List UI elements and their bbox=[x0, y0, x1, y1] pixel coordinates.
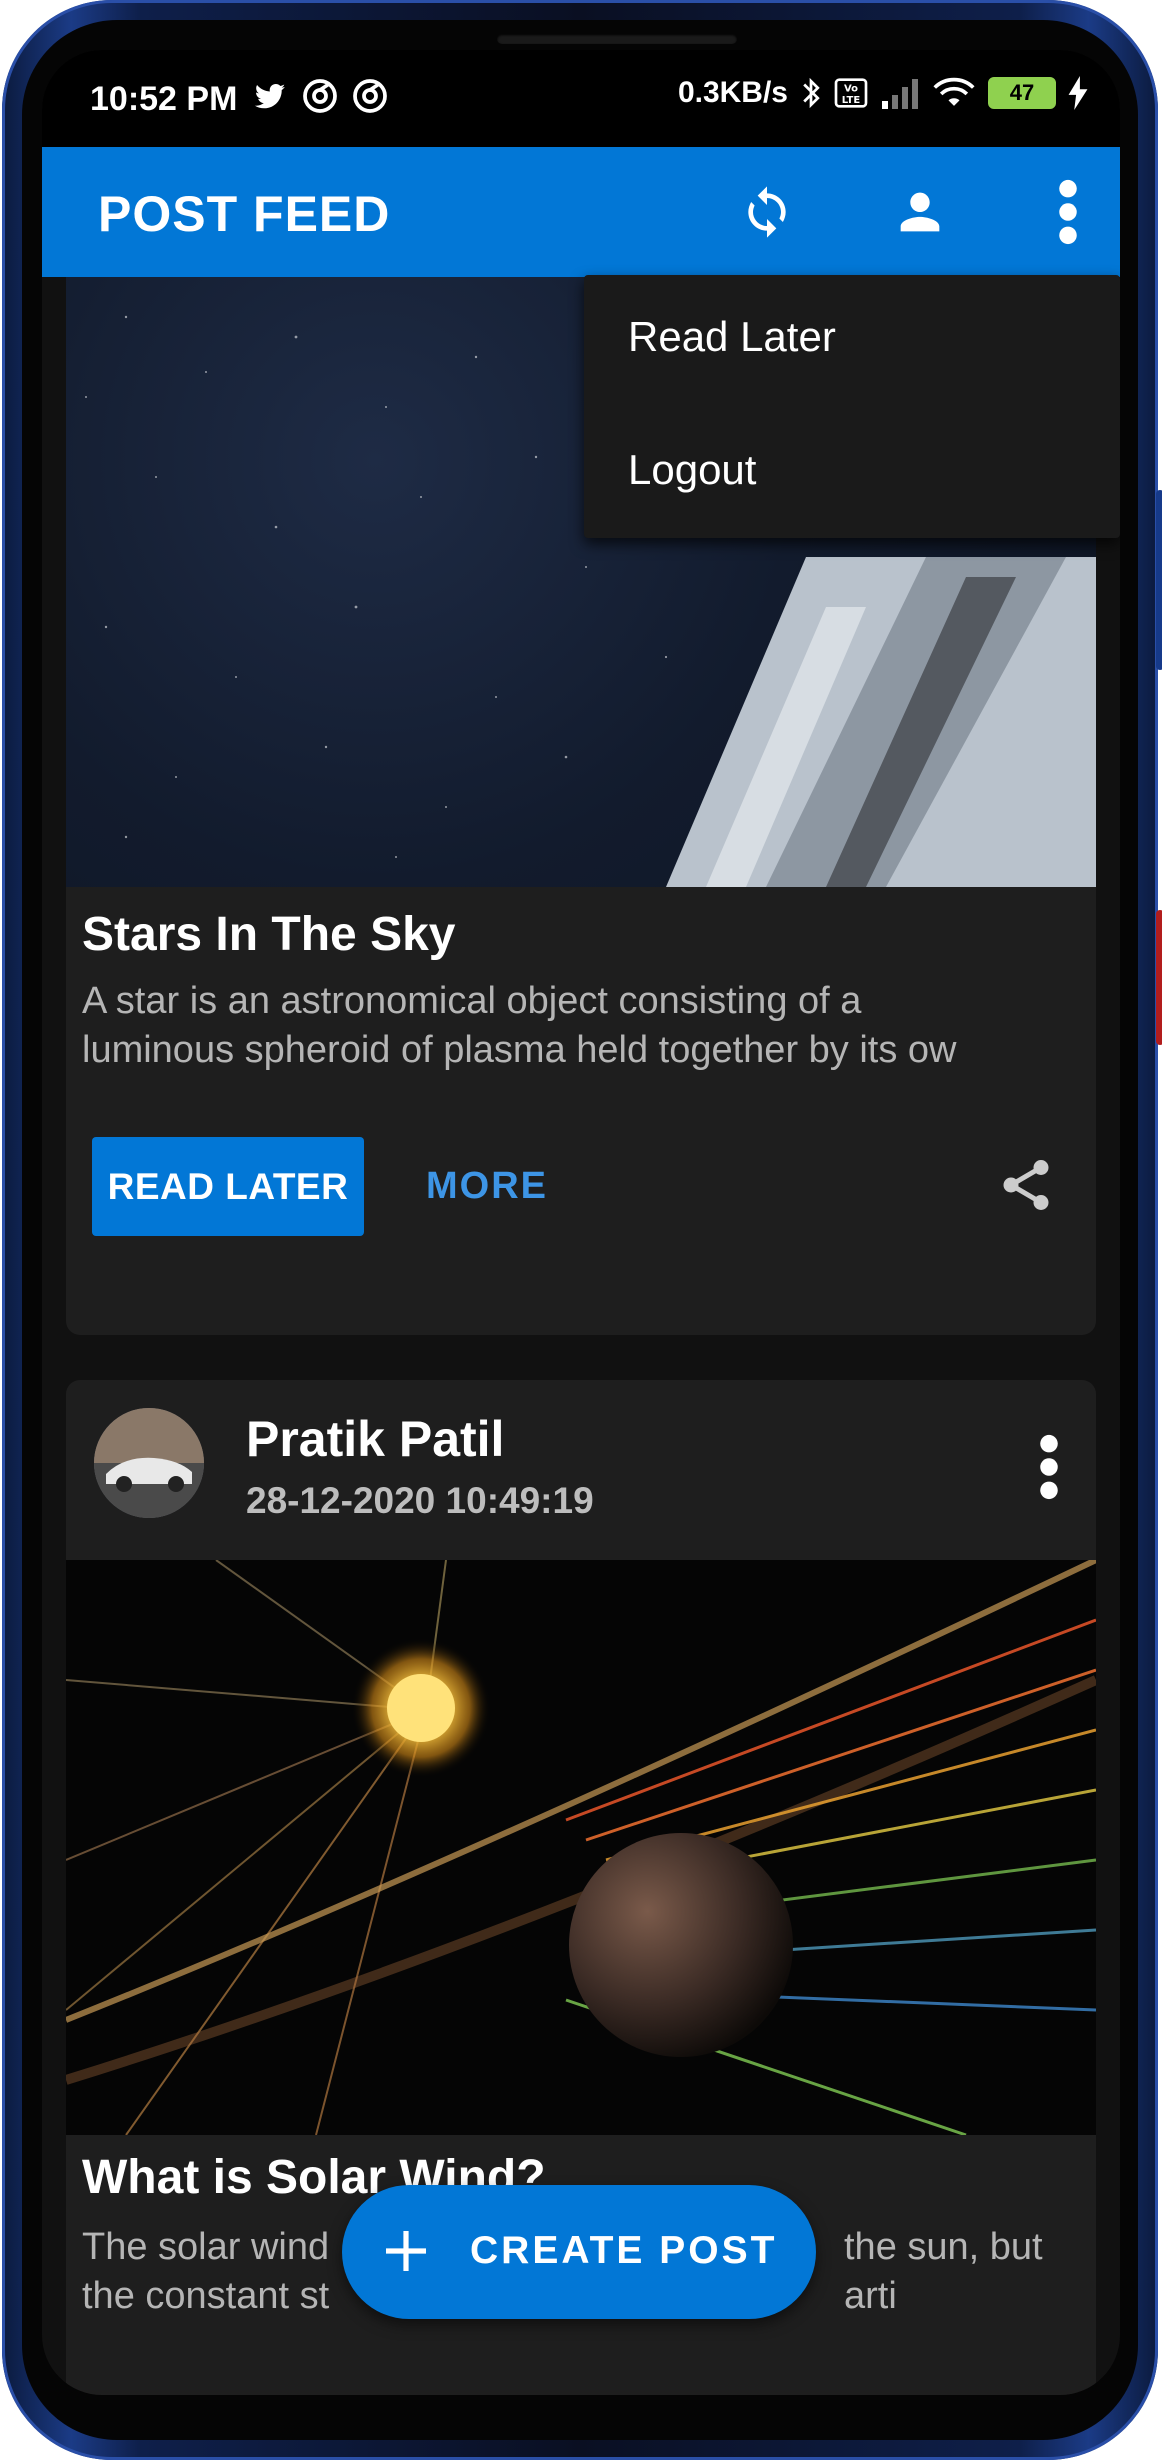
phone-frame: 10:52 PM 0.3KB/s Vo LTE 47 POST FEED Sta… bbox=[2, 0, 1162, 2460]
volte-icon: VoLTE bbox=[834, 78, 868, 108]
earpiece-speaker bbox=[497, 34, 737, 44]
wifi-icon bbox=[933, 77, 975, 106]
post-date: 28-12-2020 10:49:19 bbox=[246, 1480, 594, 1521]
plus-icon bbox=[386, 2231, 426, 2271]
post-image bbox=[66, 1560, 1096, 2135]
refresh-icon bbox=[748, 186, 786, 238]
app-title: POST FEED bbox=[98, 186, 391, 242]
post-body-line: the constant st bbox=[82, 2275, 330, 2317]
post-body-line: The solar wind bbox=[82, 2226, 330, 2268]
status-notification-icons bbox=[252, 78, 388, 114]
create-post-fab[interactable]: CREATE POST bbox=[342, 2185, 816, 2319]
svg-text:Vo: Vo bbox=[844, 83, 858, 94]
avatar[interactable] bbox=[94, 1408, 204, 1518]
app-bar: POST FEED bbox=[42, 147, 1120, 277]
author-name: Pratik Patil bbox=[246, 1411, 505, 1467]
post-body-line: luminous spheroid of plasma held togethe… bbox=[82, 1029, 957, 1071]
status-bar: 10:52 PM 0.3KB/s Vo LTE 47 bbox=[42, 50, 1120, 147]
power-button bbox=[1156, 910, 1162, 1045]
post-body-line: the sun, but bbox=[844, 2226, 1043, 2268]
status-time: 10:52 PM bbox=[90, 80, 238, 118]
overflow-menu-button[interactable] bbox=[1025, 169, 1111, 255]
post-body-line: A star is an astronomical object consist… bbox=[82, 980, 862, 1022]
status-system-icons: 0.3KB/s Vo LTE 47 bbox=[678, 76, 1088, 110]
profile-button[interactable] bbox=[877, 169, 963, 255]
charging-icon bbox=[1068, 76, 1088, 110]
menu-item-logout[interactable]: Logout bbox=[628, 446, 756, 494]
avatar-car-image bbox=[94, 1408, 204, 1518]
post-title: Stars In The Sky bbox=[82, 908, 456, 961]
overflow-menu: Read Later Logout bbox=[584, 275, 1120, 538]
network-speed: 0.3KB/s bbox=[677, 76, 788, 109]
create-post-label: CREATE POST bbox=[470, 2229, 778, 2272]
screen: 10:52 PM 0.3KB/s Vo LTE 47 POST FEED Sta… bbox=[42, 50, 1120, 2395]
post-body-line: arti bbox=[844, 2275, 897, 2317]
refresh-button[interactable] bbox=[724, 169, 810, 255]
twitter-icon bbox=[254, 84, 285, 109]
more-button[interactable]: MORE bbox=[426, 1137, 548, 1236]
signal-icon bbox=[882, 79, 918, 109]
post-options-icon[interactable] bbox=[1034, 1432, 1064, 1502]
read-later-button[interactable]: READ LATER bbox=[92, 1137, 364, 1236]
svg-text:LTE: LTE bbox=[842, 95, 861, 106]
volume-button bbox=[1156, 490, 1162, 670]
solar-wind-image bbox=[66, 1560, 1096, 2135]
app-notification-icon bbox=[353, 79, 387, 113]
bluetooth-icon bbox=[803, 77, 820, 109]
menu-item-read-later[interactable]: Read Later bbox=[628, 313, 836, 361]
share-icon[interactable] bbox=[996, 1155, 1056, 1215]
more-vert-icon bbox=[1059, 179, 1077, 245]
battery-icon: 47 bbox=[988, 77, 1056, 109]
app-notification-icon bbox=[303, 79, 337, 113]
profile-icon bbox=[900, 192, 940, 232]
